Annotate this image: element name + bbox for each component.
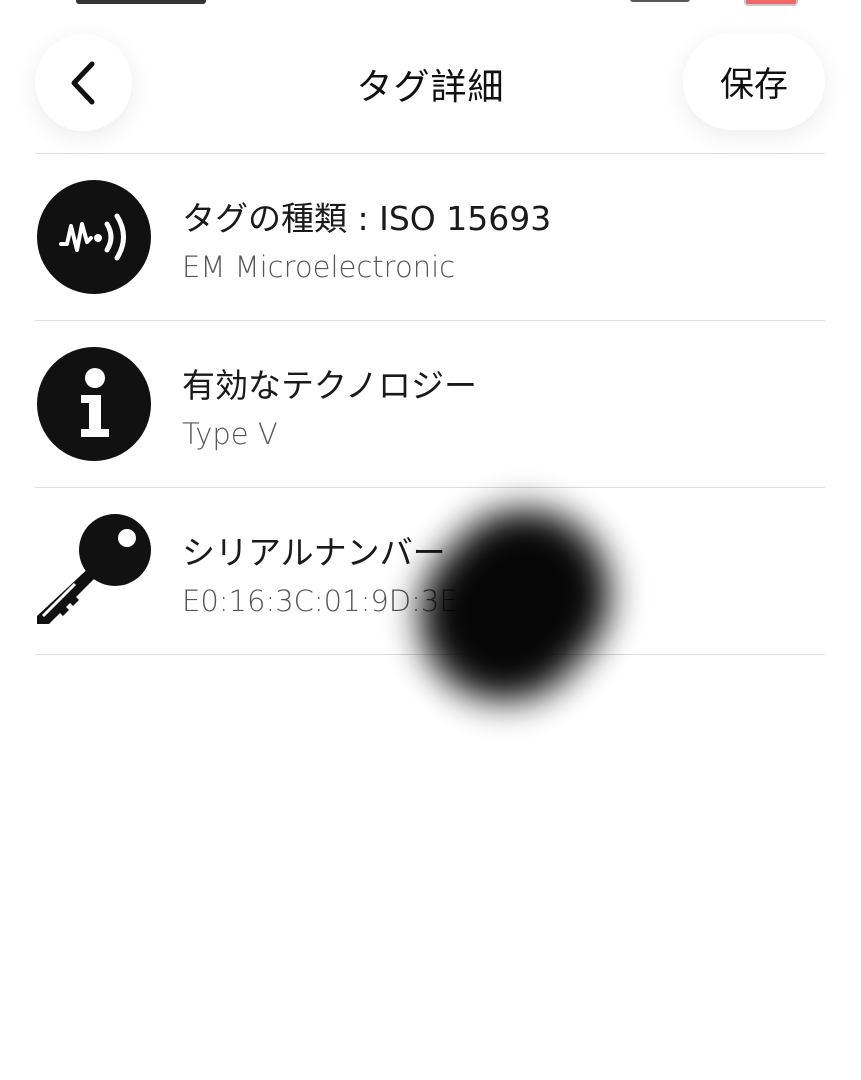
status-signal bbox=[630, 0, 690, 2]
list-item-tag-type: タグの種類 : ISO 15693 EM Microelectronic bbox=[35, 154, 825, 320]
save-button[interactable]: 保存 bbox=[683, 33, 825, 130]
row-title: シリアルナンバー bbox=[182, 533, 446, 572]
row-subtitle: Type V bbox=[182, 417, 278, 451]
battery-icon bbox=[744, 0, 798, 6]
list-item-technology: 有効なテクノロジー Type V bbox=[35, 321, 825, 487]
status-time bbox=[76, 0, 206, 4]
navigation-header: タグ詳細 保存 bbox=[0, 30, 861, 140]
row-subtitle: E0:16:3C:01:9D:3E bbox=[182, 584, 458, 618]
info-icon bbox=[37, 347, 151, 461]
key-icon bbox=[37, 514, 151, 624]
nfc-wave-icon bbox=[37, 180, 151, 294]
row-title: 有効なテクノロジー bbox=[182, 366, 478, 405]
status-bar bbox=[0, 0, 861, 10]
row-title: タグの種類 : ISO 15693 bbox=[182, 199, 552, 238]
row-subtitle: EM Microelectronic bbox=[182, 250, 456, 284]
